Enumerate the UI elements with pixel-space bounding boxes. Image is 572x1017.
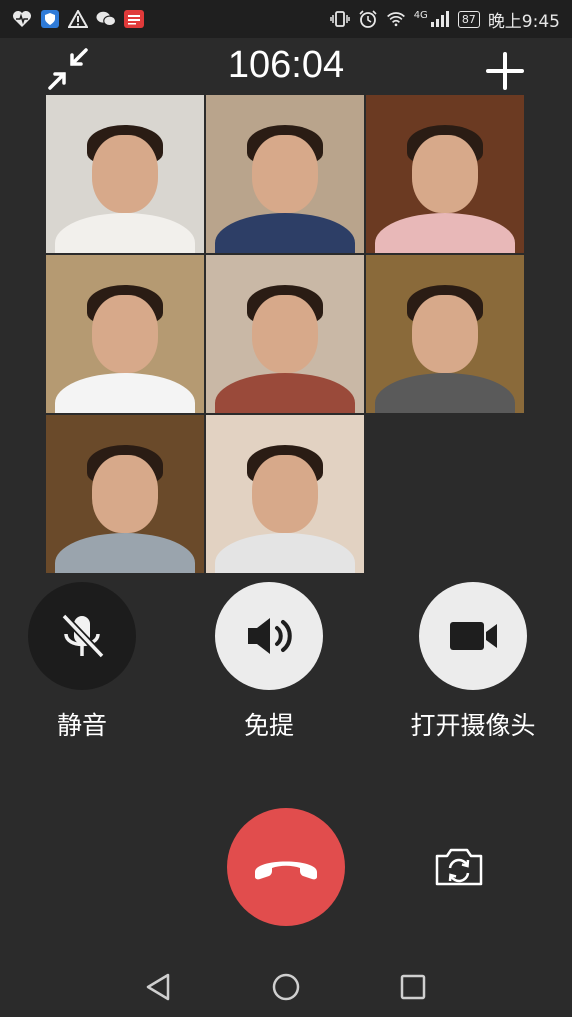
battery-indicator: 87: [457, 10, 480, 28]
wifi-icon: [386, 10, 406, 28]
notification-icons: [12, 10, 144, 28]
status-time: 晚上9:45: [487, 11, 560, 32]
switch-camera-icon: [435, 848, 483, 886]
phone-hangup-icon: [255, 861, 317, 880]
recent-square-icon: [400, 974, 426, 1000]
system-status: 4G 87 晚上9:45: [329, 7, 560, 32]
minimize-call-button[interactable]: [44, 46, 92, 92]
speaker-button[interactable]: [215, 582, 323, 690]
wechat-icon: [96, 10, 116, 28]
alarm-icon: [358, 10, 378, 28]
camera-label: 打开摄像头: [410, 711, 536, 740]
warning-icon: [68, 10, 88, 28]
signal-icon: [430, 10, 450, 28]
speaker-icon: [248, 618, 292, 654]
mute-label: 静音: [56, 711, 107, 740]
navigation-bar: [0, 955, 572, 1017]
video-camera-icon: [450, 622, 497, 650]
hang-up-button[interactable]: [227, 808, 345, 926]
speaker-label: 免提: [243, 711, 294, 740]
plus-icon: [486, 52, 524, 90]
back-button[interactable]: [140, 969, 176, 1005]
participant-video[interactable]: [46, 255, 204, 413]
shield-app-icon: [40, 10, 60, 28]
participant-video[interactable]: [46, 415, 204, 573]
home-circle-icon: [272, 973, 300, 1001]
participant-video[interactable]: [366, 95, 524, 253]
participant-video[interactable]: [46, 95, 204, 253]
status-bar: 4G 87 晚上9:45: [0, 0, 572, 38]
call-duration: 106:04: [227, 44, 345, 86]
home-button[interactable]: [268, 969, 304, 1005]
switch-camera-button[interactable]: [433, 846, 485, 888]
network-type: 4G: [413, 9, 428, 21]
participant-video[interactable]: [206, 415, 364, 573]
minimize-arrows-icon: [48, 48, 88, 90]
back-triangle-icon: [146, 973, 170, 1001]
news-app-icon: [124, 10, 144, 28]
mute-button[interactable]: [28, 582, 136, 690]
recent-apps-button[interactable]: [395, 969, 431, 1005]
participant-video[interactable]: [206, 95, 364, 253]
video-grid: [46, 95, 526, 573]
microphone-muted-icon: [61, 613, 105, 659]
vibrate-icon: [329, 10, 350, 28]
health-icon: [12, 10, 32, 28]
camera-toggle-button[interactable]: [419, 582, 527, 690]
participant-video[interactable]: [206, 255, 364, 413]
call-top-bar: 106:04: [0, 40, 572, 98]
add-participant-button[interactable]: [482, 48, 528, 94]
participant-video[interactable]: [366, 255, 524, 413]
